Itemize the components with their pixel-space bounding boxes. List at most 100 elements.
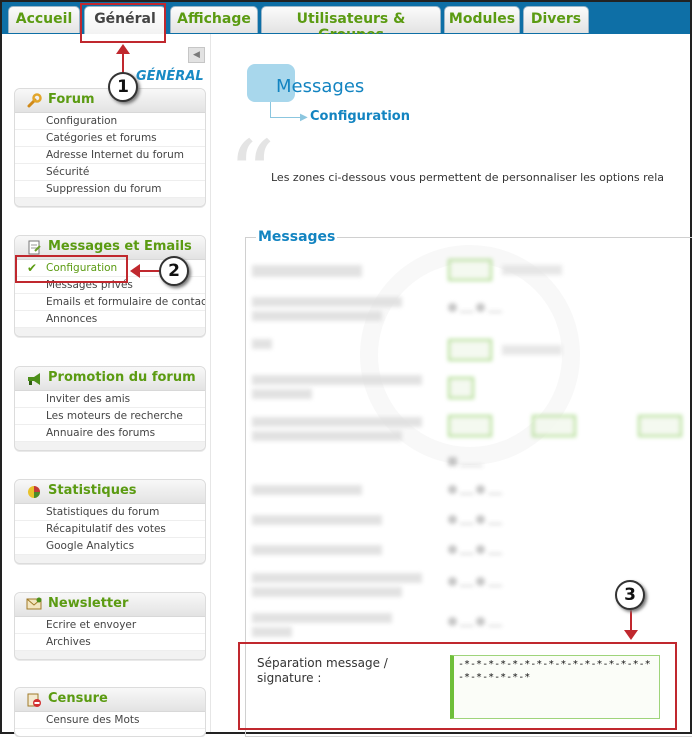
- blurred-label: [252, 389, 312, 399]
- sidebar-item-suppression-forum[interactable]: Suppression du forum: [15, 181, 205, 198]
- menu-section-newsletter: Newsletter Ecrire et envoyer Archives: [14, 592, 206, 660]
- menu-section-censure: Censure Censure des Mots: [14, 687, 206, 737]
- blurred-radio: ___ ___: [448, 577, 502, 587]
- sidebar-item-archives[interactable]: Archives: [15, 634, 205, 651]
- tab-modules[interactable]: Modules: [444, 6, 520, 33]
- sidebar-item-adresse-internet[interactable]: Adresse Internet du forum: [15, 147, 205, 164]
- sidebar-title: GÉNÉRAL: [136, 69, 204, 84]
- sidebar-item-securite[interactable]: Sécurité: [15, 164, 205, 181]
- collapse-sidebar-button[interactable]: ◀: [188, 47, 205, 63]
- blurred-label: [252, 417, 422, 427]
- sidebar-item-emails-contact[interactable]: Emails et formulaire de contact: [15, 294, 205, 311]
- blurred-label: [252, 265, 362, 277]
- menu-section-title: Newsletter: [48, 596, 129, 611]
- menu-section-title: Statistiques: [48, 483, 137, 498]
- blurred-radio: ___ ___: [448, 515, 502, 525]
- no-entry-icon: [25, 692, 43, 708]
- blurred-label: [502, 265, 562, 275]
- blurred-label: [252, 515, 382, 525]
- annotation-badge-3: 3: [615, 580, 645, 610]
- tab-label: Accueil: [15, 11, 73, 27]
- sidebar-item-statistiques-forum[interactable]: Statistiques du forum: [15, 504, 205, 521]
- tab-label: Modules: [448, 11, 516, 27]
- sidebar-item-inviter-amis[interactable]: Inviter des amis: [15, 391, 205, 408]
- menu-section-forum: Forum Configuration Catégories et forums…: [14, 88, 206, 207]
- sidebar-item-ecrire-envoyer[interactable]: Ecrire et envoyer: [15, 617, 205, 634]
- sidebar-item-categories-forums[interactable]: Catégories et forums: [15, 130, 205, 147]
- blurred-input: [638, 415, 682, 437]
- tab-accueil[interactable]: Accueil: [8, 6, 80, 33]
- tab-divers[interactable]: Divers: [523, 6, 589, 33]
- envelope-icon: [25, 597, 43, 613]
- menu-section-footer: [15, 651, 205, 659]
- tab-utilisateurs-groupes[interactable]: Utilisateurs & Groupes: [261, 6, 441, 43]
- blurred-label: [252, 613, 392, 623]
- blurred-checkbox: _____: [448, 457, 483, 467]
- menu-section-footer: [15, 555, 205, 563]
- sidebar-item-recapitulatif-votes[interactable]: Récapitulatif des votes: [15, 521, 205, 538]
- arrow-right-icon: ▶: [300, 112, 308, 123]
- blurred-input: [448, 377, 474, 399]
- annotation-box-configuration: [15, 255, 128, 283]
- fieldset-legend: Messages: [256, 229, 338, 245]
- quote-icon: “: [228, 121, 276, 228]
- blurred-radio: ___ ___: [448, 303, 502, 313]
- annotation-line: [140, 270, 160, 272]
- blurred-input: [532, 415, 576, 437]
- tab-label: Affichage: [177, 11, 251, 27]
- intro-text: Les zones ci-dessous vous permettent de …: [271, 171, 664, 184]
- annotation-arrow-left-icon: [130, 264, 140, 278]
- blurred-input: [448, 339, 492, 361]
- menu-section-header: Newsletter: [15, 593, 205, 617]
- annotation-box-separator: [238, 642, 677, 730]
- annotation-badge-2: 2: [159, 256, 189, 286]
- document-icon: [25, 240, 43, 256]
- page-title: Messages: [276, 76, 365, 97]
- sidebar-item-moteurs-recherche[interactable]: Les moteurs de recherche: [15, 408, 205, 425]
- blurred-input: [448, 259, 492, 281]
- annotation-box-tab: [80, 3, 166, 43]
- menu-section-footer: [15, 442, 205, 450]
- menu-section-promotion: Promotion du forum Inviter des amis Les …: [14, 366, 206, 451]
- pie-chart-icon: [25, 484, 43, 500]
- page-subtitle: Configuration: [310, 109, 410, 124]
- menu-section-header: Statistiques: [15, 480, 205, 504]
- blurred-label: [252, 627, 292, 637]
- annotation-badge-1: 1: [108, 72, 138, 102]
- menu-section-messages-emails: Messages et Emails ✔ Configuration Messa…: [14, 235, 206, 337]
- blurred-label: [252, 311, 382, 321]
- menu-section-title: Censure: [48, 691, 108, 706]
- tab-affichage[interactable]: Affichage: [170, 6, 258, 33]
- tab-label: Divers: [530, 11, 582, 27]
- menu-section-header: Censure: [15, 688, 205, 712]
- menu-section-title: Messages et Emails: [48, 239, 192, 254]
- menu-section-statistiques: Statistiques Statistiques du forum Récap…: [14, 479, 206, 564]
- blurred-radio: ___ ___: [448, 545, 502, 555]
- blurred-label: [252, 587, 402, 597]
- collapse-icon: ◀: [193, 50, 200, 60]
- menu-section-header: Promotion du forum: [15, 367, 205, 391]
- annotation-line: [630, 609, 632, 631]
- sidebar-item-censure-mots[interactable]: Censure des Mots: [15, 712, 205, 729]
- menu-section-title: Promotion du forum: [48, 370, 196, 385]
- sidebar-item-annonces[interactable]: Annonces: [15, 311, 205, 328]
- megaphone-icon: [25, 371, 43, 387]
- blurred-label: [252, 485, 362, 495]
- annotation-line: [122, 53, 124, 73]
- blurred-label: [252, 573, 422, 583]
- blurred-label: [252, 545, 382, 555]
- blurred-input: [448, 415, 492, 437]
- wrench-icon: [25, 93, 43, 109]
- sidebar-item-annuaire-forums[interactable]: Annuaire des forums: [15, 425, 205, 442]
- blurred-radio: ___ ___: [448, 617, 502, 627]
- menu-section-footer: [15, 198, 205, 206]
- blurred-label: [502, 345, 562, 355]
- annotation-arrow-up-icon: [116, 44, 130, 54]
- blurred-label: [252, 297, 402, 307]
- menu-section-footer: [15, 328, 205, 336]
- annotation-arrow-down-icon: [624, 630, 638, 640]
- menu-section-title: Forum: [48, 92, 95, 107]
- sidebar-item-google-analytics[interactable]: Google Analytics: [15, 538, 205, 555]
- blurred-label: [252, 339, 272, 349]
- sidebar-item-forum-configuration[interactable]: Configuration: [15, 113, 205, 130]
